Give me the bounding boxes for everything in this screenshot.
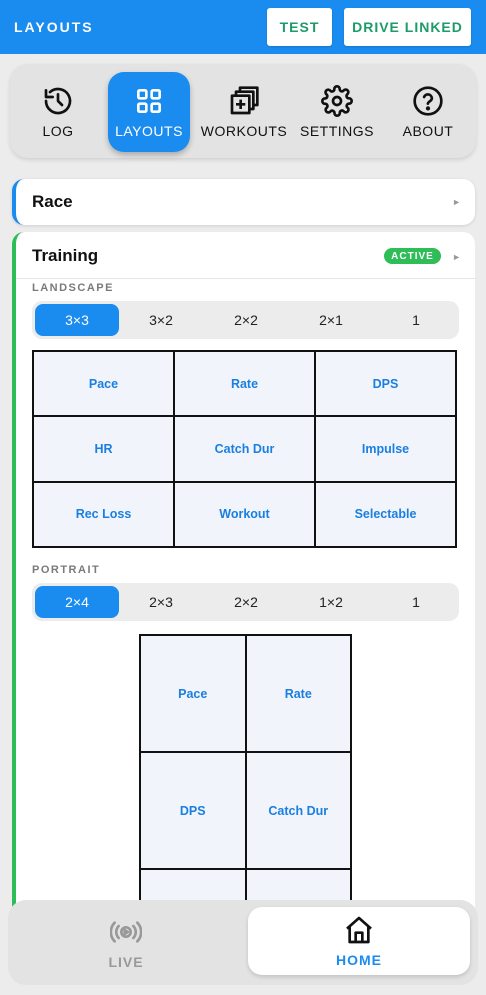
landscape-label: LANDSCAPE	[32, 282, 114, 294]
home-icon	[346, 916, 372, 944]
landscape-option-1[interactable]: 1	[374, 304, 458, 336]
live-broadcast-icon	[110, 921, 142, 943]
portrait-option-1x2[interactable]: 1×2	[289, 586, 373, 618]
layout-cell[interactable]: HR	[34, 417, 173, 481]
layout-cell[interactable]: Catch Dur	[175, 417, 314, 481]
layout-cell[interactable]: Impulse	[316, 417, 455, 481]
active-badge: ACTIVE	[384, 248, 441, 264]
nav-item-label: LAYOUTS	[115, 123, 183, 139]
landscape-size-selector: 3×3 3×2 2×2 2×1 1	[32, 301, 459, 339]
nav-item-label: WORKOUTS	[200, 123, 288, 139]
landscape-option-3x2[interactable]: 3×2	[119, 304, 203, 336]
nav-item-label: ABOUT	[402, 123, 454, 139]
training-card-title: Training	[32, 246, 99, 265]
history-icon	[44, 87, 72, 115]
grid-icon	[137, 89, 161, 113]
nav-item-layouts[interactable]: LAYOUTS	[108, 72, 190, 152]
nav-item-about[interactable]: ABOUT	[396, 72, 460, 152]
race-card-title: Race	[32, 192, 73, 211]
layout-cell[interactable]: DPS	[316, 352, 455, 416]
layout-cell[interactable]: Rec Loss	[34, 482, 173, 546]
bottom-nav-home[interactable]: HOME	[248, 907, 470, 975]
nav-item-log[interactable]: LOG	[30, 72, 86, 152]
help-circle-icon	[413, 86, 443, 116]
layout-cell[interactable]: Pace	[34, 352, 173, 416]
portrait-layout-grid: Pace Rate DPS Catch Dur	[139, 634, 352, 912]
nav-item-settings[interactable]: SETTINGS	[298, 72, 376, 152]
divider	[16, 278, 475, 279]
portrait-option-2x2[interactable]: 2×2	[204, 586, 288, 618]
layout-cell[interactable]: Rate	[175, 352, 314, 416]
main-nav: LOG LAYOUTS WORKOUTS SETTINGS ABOUT	[10, 64, 476, 158]
portrait-option-1[interactable]: 1	[374, 586, 458, 618]
top-app-bar: LAYOUTS TEST DRIVE LINKED	[0, 0, 486, 54]
nav-item-workouts[interactable]: WORKOUTS	[200, 72, 288, 152]
bottom-nav-live[interactable]: LIVE	[78, 912, 174, 974]
expand-arrow-icon: ►	[452, 197, 461, 207]
layout-cell[interactable]: DPS	[141, 753, 245, 868]
training-layout-card: Training ACTIVE ► LANDSCAPE 3×3 3×2 2×2 …	[12, 232, 475, 912]
portrait-size-selector: 2×4 2×3 2×2 1×2 1	[32, 583, 459, 621]
landscape-option-3x3[interactable]: 3×3	[35, 304, 119, 336]
portrait-label: PORTRAIT	[32, 564, 101, 576]
gear-icon	[321, 85, 353, 117]
nav-item-label: SETTINGS	[299, 123, 374, 139]
nav-item-label: LOG	[42, 123, 74, 139]
test-button[interactable]: TEST	[267, 8, 332, 46]
layout-cell[interactable]: Catch Dur	[246, 753, 350, 868]
portrait-option-2x3[interactable]: 2×3	[119, 586, 203, 618]
layout-cell[interactable]: Selectable	[316, 482, 455, 546]
collapse-arrow-icon[interactable]: ►	[452, 252, 461, 262]
race-layout-card[interactable]: Race ►	[12, 179, 475, 225]
bottom-nav-live-label: LIVE	[108, 954, 144, 970]
stacked-plus-icon	[230, 86, 259, 115]
drive-linked-button[interactable]: DRIVE LINKED	[344, 8, 471, 46]
portrait-option-2x4[interactable]: 2×4	[35, 586, 119, 618]
bottom-nav: LIVE HOME	[8, 900, 478, 985]
layout-cell[interactable]: Pace	[141, 636, 245, 751]
landscape-option-2x1[interactable]: 2×1	[289, 304, 373, 336]
layout-cell[interactable]: Workout	[175, 482, 314, 546]
landscape-option-2x2[interactable]: 2×2	[204, 304, 288, 336]
app-bar-title: LAYOUTS	[14, 19, 94, 35]
landscape-layout-grid: Pace Rate DPS HR Catch Dur Impulse Rec L…	[32, 350, 457, 548]
layout-cell[interactable]: Rate	[246, 636, 350, 751]
bottom-nav-home-label: HOME	[336, 952, 382, 968]
